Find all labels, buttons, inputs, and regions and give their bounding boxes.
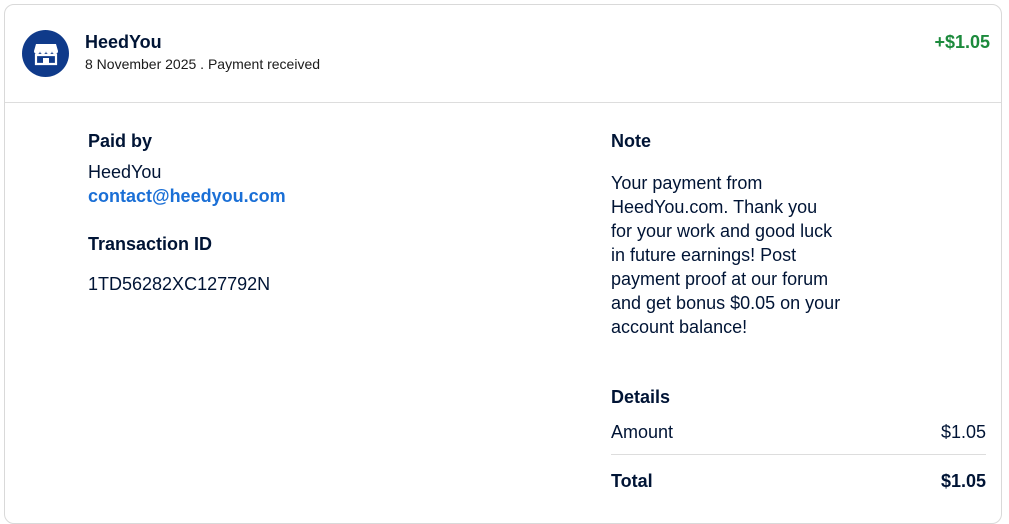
details-total-value: $1.05: [940, 471, 986, 491]
store-icon-glyph: [33, 43, 58, 65]
transaction-id-value: 1TD56282XC127792N: [88, 274, 271, 294]
merchant-name: HeedYou: [85, 32, 162, 52]
payer-email-link[interactable]: contact@heedyou.com: [88, 186, 286, 207]
transaction-date-status: 8 November 2025 . Payment received: [85, 56, 321, 72]
details-label: Details: [611, 387, 671, 407]
note-label: Note: [611, 131, 651, 151]
details-amount-row: Amount $1.05: [611, 422, 986, 443]
store-icon: [22, 30, 69, 77]
details-divider: [611, 454, 986, 455]
paid-by-label: Paid by: [88, 131, 153, 151]
details-amount-value: $1.05: [940, 422, 986, 442]
details-amount-label: Amount: [611, 422, 674, 442]
details-total-row: Total $1.05: [611, 471, 986, 492]
note-body: Your payment from HeedYou.com. Thank you…: [611, 173, 841, 337]
details-total-label: Total: [611, 471, 653, 491]
payer-name: HeedYou: [88, 162, 162, 182]
transaction-amount: +$1.05: [934, 32, 990, 52]
transaction-card: HeedYou 8 November 2025 . Payment receiv…: [4, 4, 1002, 524]
transaction-header[interactable]: HeedYou 8 November 2025 . Payment receiv…: [5, 5, 1001, 103]
transaction-id-label: Transaction ID: [88, 234, 213, 254]
